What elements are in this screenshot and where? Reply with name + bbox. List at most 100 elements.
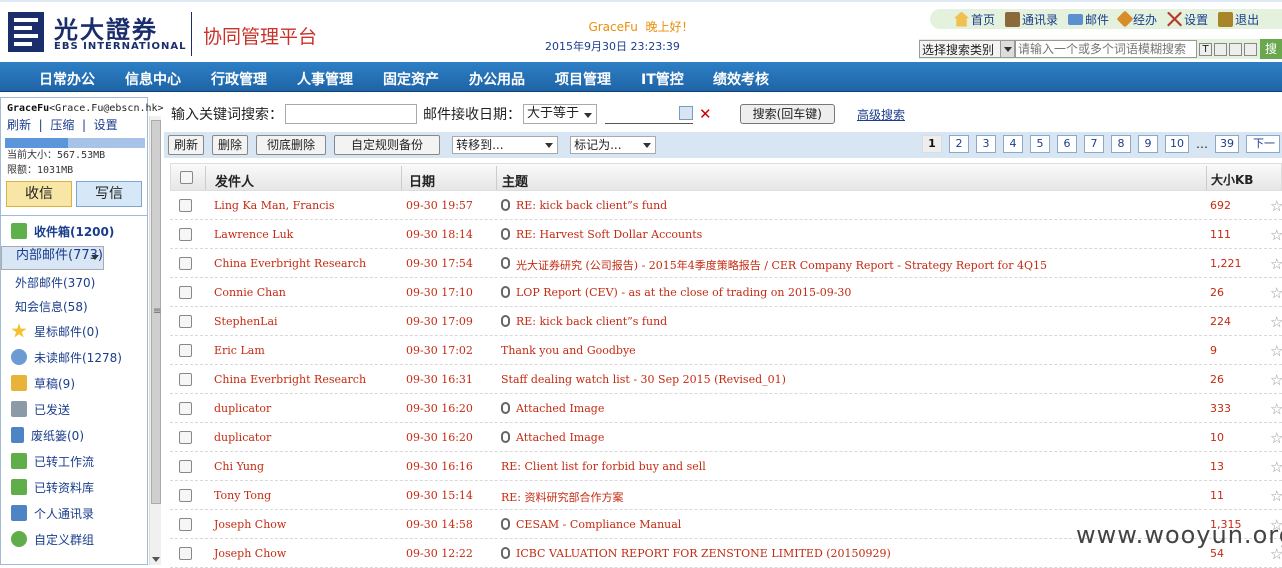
splitter-handle-icon[interactable]: ≡ bbox=[153, 306, 161, 317]
row-checkbox[interactable] bbox=[179, 402, 192, 415]
page-7[interactable]: 7 bbox=[1084, 135, 1104, 153]
star-icon[interactable]: ☆ bbox=[1270, 226, 1282, 244]
nav-admin[interactable]: 行政管理 bbox=[211, 69, 267, 89]
row-subject[interactable]: CESAM - Compliance Manual bbox=[516, 518, 681, 531]
search-category-select[interactable]: 选择搜索类别 bbox=[919, 40, 1015, 58]
mail-link[interactable]: 邮件 bbox=[1068, 11, 1109, 28]
column-date[interactable]: 日期 bbox=[409, 171, 435, 190]
row-subject[interactable]: LOP Report (CEV) - as at the close of tr… bbox=[516, 286, 851, 299]
mailbox-refresh-link[interactable]: 刷新 bbox=[7, 118, 31, 132]
row-subject[interactable]: RE: Harvest Soft Dollar Accounts bbox=[516, 228, 702, 241]
nav-info-center[interactable]: 信息中心 bbox=[125, 69, 181, 89]
row-checkbox[interactable] bbox=[179, 257, 192, 270]
table-row[interactable]: Tony Tong 09-30 15:14 RE: 资料研究部合作方案 11 ☆ bbox=[170, 481, 1282, 510]
folder-trash[interactable]: 废纸篓(0) bbox=[1, 422, 147, 448]
table-row[interactable]: Lawrence Luk 09-30 18:14 RE: Harvest Soft … bbox=[170, 220, 1282, 249]
purge-button[interactable]: 彻底删除 bbox=[256, 135, 327, 155]
attachment-filter-icon[interactable] bbox=[1229, 42, 1242, 56]
page-4[interactable]: 4 bbox=[1003, 135, 1023, 153]
row-checkbox[interactable] bbox=[179, 547, 192, 560]
calendar-icon[interactable] bbox=[679, 106, 693, 120]
row-subject[interactable]: RE: 资料研究部合作方案 bbox=[501, 489, 624, 505]
column-subject[interactable]: 主题 bbox=[502, 171, 528, 190]
star-icon[interactable]: ☆ bbox=[1270, 487, 1282, 505]
row-subject[interactable]: ICBC VALUATION REPORT FOR ZENSTONE LIMIT… bbox=[516, 547, 891, 560]
folder-library[interactable]: 已转资料库 bbox=[1, 474, 147, 500]
row-checkbox[interactable] bbox=[179, 199, 192, 212]
star-icon[interactable]: ☆ bbox=[1270, 284, 1282, 302]
home-link[interactable]: 首页 bbox=[954, 11, 995, 28]
mailbox-compress-link[interactable]: 压缩 bbox=[50, 118, 74, 132]
settings-link[interactable]: 设置 bbox=[1167, 11, 1208, 28]
nav-fixed-assets[interactable]: 固定资产 bbox=[383, 69, 439, 89]
global-search-button[interactable]: 搜 bbox=[1260, 39, 1282, 59]
page-9[interactable]: 9 bbox=[1138, 135, 1158, 153]
row-checkbox[interactable] bbox=[179, 489, 192, 502]
page-last[interactable]: 39 bbox=[1215, 135, 1239, 153]
row-subject[interactable]: RE: kick back client”s fund bbox=[516, 199, 667, 212]
row-checkbox[interactable] bbox=[179, 431, 192, 444]
nav-projects[interactable]: 项目管理 bbox=[555, 69, 611, 89]
advanced-search-link[interactable]: 高级搜索 bbox=[857, 106, 905, 123]
star-icon[interactable]: ☆ bbox=[1270, 429, 1282, 447]
row-subject[interactable]: 光大证券研究 (公司报告) - 2015年4季度策略报告 / CER Compa… bbox=[516, 257, 1047, 273]
folder-address-book[interactable]: 个人通讯录 bbox=[1, 500, 147, 526]
nav-daily-office[interactable]: 日常办公 bbox=[39, 69, 95, 89]
refresh-button[interactable]: 刷新 bbox=[168, 135, 205, 155]
row-subject[interactable]: Thank you and Goodbye bbox=[501, 344, 636, 357]
table-row[interactable]: Ling Ka Man, Francis 09-30 19:57 RE: kick … bbox=[170, 191, 1282, 220]
clear-date-icon[interactable]: ✕ bbox=[699, 105, 712, 123]
receive-mail-button[interactable]: 收信 bbox=[6, 181, 72, 207]
star-icon[interactable]: ☆ bbox=[1270, 400, 1282, 418]
task-link[interactable]: 经办 bbox=[1116, 10, 1157, 28]
star-icon[interactable]: ☆ bbox=[1270, 197, 1282, 215]
row-subject[interactable]: RE: kick back client”s fund bbox=[516, 315, 667, 328]
row-checkbox[interactable] bbox=[179, 373, 192, 386]
option-checkbox-1[interactable] bbox=[1214, 42, 1227, 56]
table-row[interactable]: duplicator 09-30 16:20 Attached Image 333 ☆ bbox=[170, 394, 1282, 423]
star-icon[interactable]: ☆ bbox=[1270, 342, 1282, 360]
folder-sent[interactable]: 已发送 bbox=[1, 396, 147, 422]
star-icon[interactable]: ☆ bbox=[1270, 313, 1282, 331]
nav-office-supplies[interactable]: 办公用品 bbox=[469, 69, 525, 89]
column-sender[interactable]: 发件人 bbox=[215, 171, 254, 190]
table-row[interactable]: Connie Chan 09-30 17:10 LOP Report (CEV) -… bbox=[170, 278, 1282, 307]
page-5[interactable]: 5 bbox=[1030, 135, 1050, 153]
table-row[interactable]: duplicator 09-30 16:20 Attached Image 10 ☆ bbox=[170, 423, 1282, 452]
keyword-input[interactable] bbox=[285, 104, 417, 124]
nav-it-control[interactable]: IT管控 bbox=[641, 69, 684, 89]
row-checkbox[interactable] bbox=[179, 460, 192, 473]
folder-unread[interactable]: 未读邮件(1278) bbox=[1, 344, 147, 370]
mark-as-select[interactable]: 标记为... bbox=[570, 136, 657, 154]
page-6[interactable]: 6 bbox=[1057, 135, 1077, 153]
select-all-checkbox[interactable] bbox=[180, 171, 193, 184]
star-icon[interactable]: ☆ bbox=[1270, 371, 1282, 389]
folder-starred[interactable]: 星标邮件(0) bbox=[1, 318, 147, 344]
star-icon[interactable]: ☆ bbox=[1270, 255, 1282, 273]
folder-workflow[interactable]: 已转工作流 bbox=[1, 448, 147, 474]
page-1[interactable]: 1 bbox=[922, 135, 942, 153]
table-row[interactable]: China Everbright Research 09-30 16:31 Staf… bbox=[170, 365, 1282, 394]
date-input[interactable] bbox=[605, 104, 693, 124]
next-page-button[interactable]: 下一 bbox=[1246, 135, 1280, 153]
row-subject[interactable]: Attached Image bbox=[516, 402, 604, 415]
table-row[interactable]: Eric Lam 09-30 17:02 Thank you and Goodbye… bbox=[170, 336, 1282, 365]
folder-custom-group[interactable]: 自定义群组 bbox=[1, 526, 147, 552]
mailbox-settings-link[interactable]: 设置 bbox=[94, 118, 118, 132]
table-row[interactable]: Chi Yung 09-30 16:16 RE: Client list for f… bbox=[170, 452, 1282, 481]
move-to-select[interactable]: 转移到... bbox=[452, 136, 559, 154]
folder-drafts[interactable]: 草稿(9) bbox=[1, 370, 147, 396]
nav-performance[interactable]: 绩效考核 bbox=[713, 69, 769, 89]
page-3[interactable]: 3 bbox=[976, 135, 996, 153]
rule-backup-button[interactable]: 自定规则备份 bbox=[334, 135, 441, 155]
global-search-input[interactable] bbox=[1015, 40, 1197, 58]
row-checkbox[interactable] bbox=[179, 344, 192, 357]
row-checkbox[interactable] bbox=[179, 286, 192, 299]
search-button[interactable]: 搜索(回车键) bbox=[739, 104, 835, 124]
page-8[interactable]: 8 bbox=[1111, 135, 1131, 153]
logout-link[interactable]: 退出 bbox=[1218, 11, 1259, 28]
row-checkbox[interactable] bbox=[179, 315, 192, 328]
row-checkbox[interactable] bbox=[179, 228, 192, 241]
page-2[interactable]: 2 bbox=[949, 135, 969, 153]
table-row[interactable]: StephenLai 09-30 17:09 RE: kick back clien… bbox=[170, 307, 1282, 336]
